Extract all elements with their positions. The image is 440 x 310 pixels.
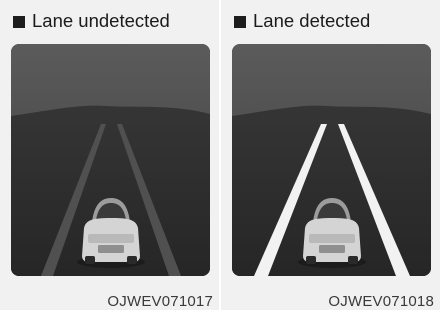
cluster-screen [232, 44, 431, 276]
image-code: OJWEV071018 [328, 293, 434, 310]
lane-undetected-panel: Lane undetected OJWEV071017 [0, 0, 219, 310]
panel-header: Lane detected [234, 7, 370, 35]
lane-view [11, 44, 210, 276]
bullet-square-icon [234, 15, 246, 28]
bullet-square-icon [13, 15, 25, 28]
panel-title: Lane undetected [32, 10, 170, 31]
lane-view [232, 44, 431, 276]
cluster-screen [11, 44, 210, 276]
image-code: OJWEV071017 [107, 293, 213, 310]
panel-header: Lane undetected [13, 7, 170, 35]
panel-title: Lane detected [253, 10, 371, 31]
lane-detected-panel: Lane detected OJWEV071018 [221, 0, 440, 310]
